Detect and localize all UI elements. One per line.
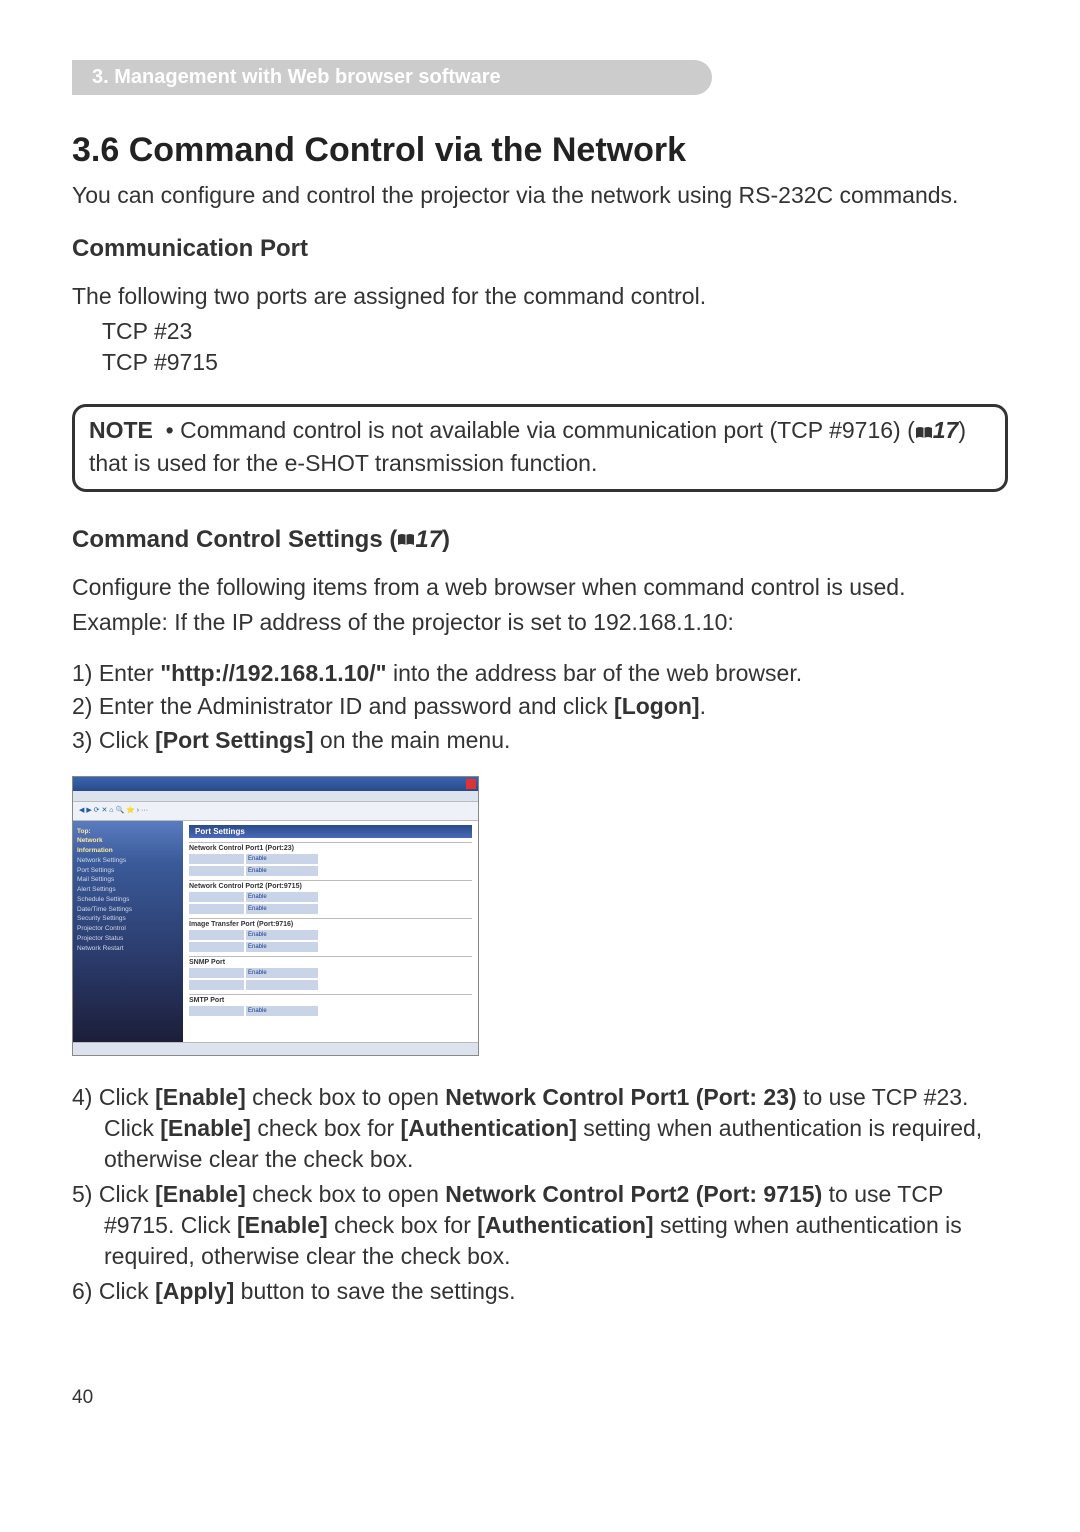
bullet: • <box>166 417 174 443</box>
intro-paragraph: You can configure and control the projec… <box>72 180 1008 211</box>
settings-section-label: Network Control Port2 (Port:9715) <box>189 880 472 890</box>
sidebar-item: Schedule Settings <box>77 895 179 905</box>
sidebar-item: Port Settings <box>77 866 179 876</box>
ref-number: 17 <box>933 417 959 443</box>
page-number: 40 <box>72 1387 1008 1409</box>
step-item: 5) Click [Enable] check box to open Netw… <box>72 1179 1008 1272</box>
book-icon <box>915 417 933 448</box>
settings-section-label: SMTP Port <box>189 994 472 1004</box>
step-item: 4) Click [Enable] check box to open Netw… <box>72 1082 1008 1175</box>
command-control-settings-heading: Command Control Settings (17) <box>72 526 1008 555</box>
breadcrumb: 3. Management with Web browser software <box>72 60 712 95</box>
config-text: Configure the following items from a web… <box>72 572 1008 603</box>
sidebar-item: Mail Settings <box>77 875 179 885</box>
port-list: TCP #23 TCP #9715 <box>102 316 1008 378</box>
close-icon <box>466 779 476 789</box>
settings-section-label: SNMP Port <box>189 956 472 966</box>
setting-value-cell: Enable <box>246 904 318 914</box>
note-label: NOTE <box>89 417 153 443</box>
settings-row <box>189 980 472 990</box>
settings-row: Enable <box>189 904 472 914</box>
sidebar-item: Network Restart <box>77 944 179 954</box>
settings-row: Enable <box>189 968 472 978</box>
setting-value-cell <box>246 980 318 990</box>
step-item: 6) Click [Apply] button to save the sett… <box>72 1276 1008 1307</box>
steps-list-2: 4) Click [Enable] check box to open Netw… <box>72 1082 1008 1307</box>
steps-list-1: 1) Enter "http://192.168.1.10/" into the… <box>72 658 1008 755</box>
settings-row: Enable <box>189 942 472 952</box>
port-item: TCP #23 <box>102 316 1008 347</box>
settings-row: Enable <box>189 854 472 864</box>
book-icon <box>397 526 415 554</box>
sidebar: Top:NetworkInformationNetwork SettingsPo… <box>73 821 183 1053</box>
sidebar-item: Projector Status <box>77 934 179 944</box>
browser-toolbar: ◀ ▶ ⟳ ✕ ⌂ 🔍 ⭐ › ··· <box>73 802 478 821</box>
page-root: 3. Management with Web browser software … <box>0 0 1080 1449</box>
setting-name-cell <box>189 930 244 940</box>
setting-value-cell: Enable <box>246 892 318 902</box>
sidebar-item: Date/Time Settings <box>77 905 179 915</box>
settings-row: Enable <box>189 1006 472 1016</box>
sidebar-item: Network <box>77 836 179 846</box>
setting-name-cell <box>189 942 244 952</box>
setting-name-cell <box>189 854 244 864</box>
setting-value-cell: Enable <box>246 968 318 978</box>
sidebar-item: Projector Control <box>77 924 179 934</box>
setting-name-cell <box>189 968 244 978</box>
settings-row: Enable <box>189 930 472 940</box>
note-box: NOTE • Command control is not available … <box>72 404 1008 491</box>
browser-statusbar <box>73 1042 478 1055</box>
setting-name-cell <box>189 892 244 902</box>
setting-name-cell <box>189 866 244 876</box>
communication-port-text: The following two ports are assigned for… <box>72 281 1008 312</box>
setting-value-cell: Enable <box>246 1006 318 1016</box>
config-example: Example: If the IP address of the projec… <box>72 607 1008 638</box>
setting-value-cell: Enable <box>246 930 318 940</box>
note-text: Command control is not available via com… <box>180 417 915 443</box>
main-panel: Port Settings Network Control Port1 (Por… <box>183 821 478 1053</box>
port-settings-screenshot: ◀ ▶ ⟳ ✕ ⌂ 🔍 ⭐ › ··· Top:NetworkInformati… <box>72 776 479 1056</box>
section-title: 3.6 Command Control via the Network <box>72 131 1008 170</box>
sidebar-item: Network Settings <box>77 856 179 866</box>
setting-name-cell <box>189 904 244 914</box>
setting-name-cell <box>189 1006 244 1016</box>
step-item: 1) Enter "http://192.168.1.10/" into the… <box>72 658 1008 689</box>
setting-value-cell: Enable <box>246 854 318 864</box>
browser-menubar <box>73 791 478 802</box>
communication-port-heading: Communication Port <box>72 235 1008 263</box>
sidebar-item: Security Settings <box>77 914 179 924</box>
sidebar-item: Information <box>77 846 179 856</box>
settings-row: Enable <box>189 892 472 902</box>
setting-name-cell <box>189 980 244 990</box>
sidebar-item: Top: <box>77 827 179 837</box>
ref-number: 17 <box>415 526 442 553</box>
step-item: 3) Click [Port Settings] on the main men… <box>72 725 1008 756</box>
panel-title: Port Settings <box>189 825 472 838</box>
step-item: 2) Enter the Administrator ID and passwo… <box>72 691 1008 722</box>
settings-section-label: Image Transfer Port (Port:9716) <box>189 918 472 928</box>
port-item: TCP #9715 <box>102 347 1008 378</box>
settings-section-label: Network Control Port1 (Port:23) <box>189 842 472 852</box>
settings-row: Enable <box>189 866 472 876</box>
setting-value-cell: Enable <box>246 942 318 952</box>
sidebar-item: Alert Settings <box>77 885 179 895</box>
window-titlebar <box>73 777 478 791</box>
setting-value-cell: Enable <box>246 866 318 876</box>
